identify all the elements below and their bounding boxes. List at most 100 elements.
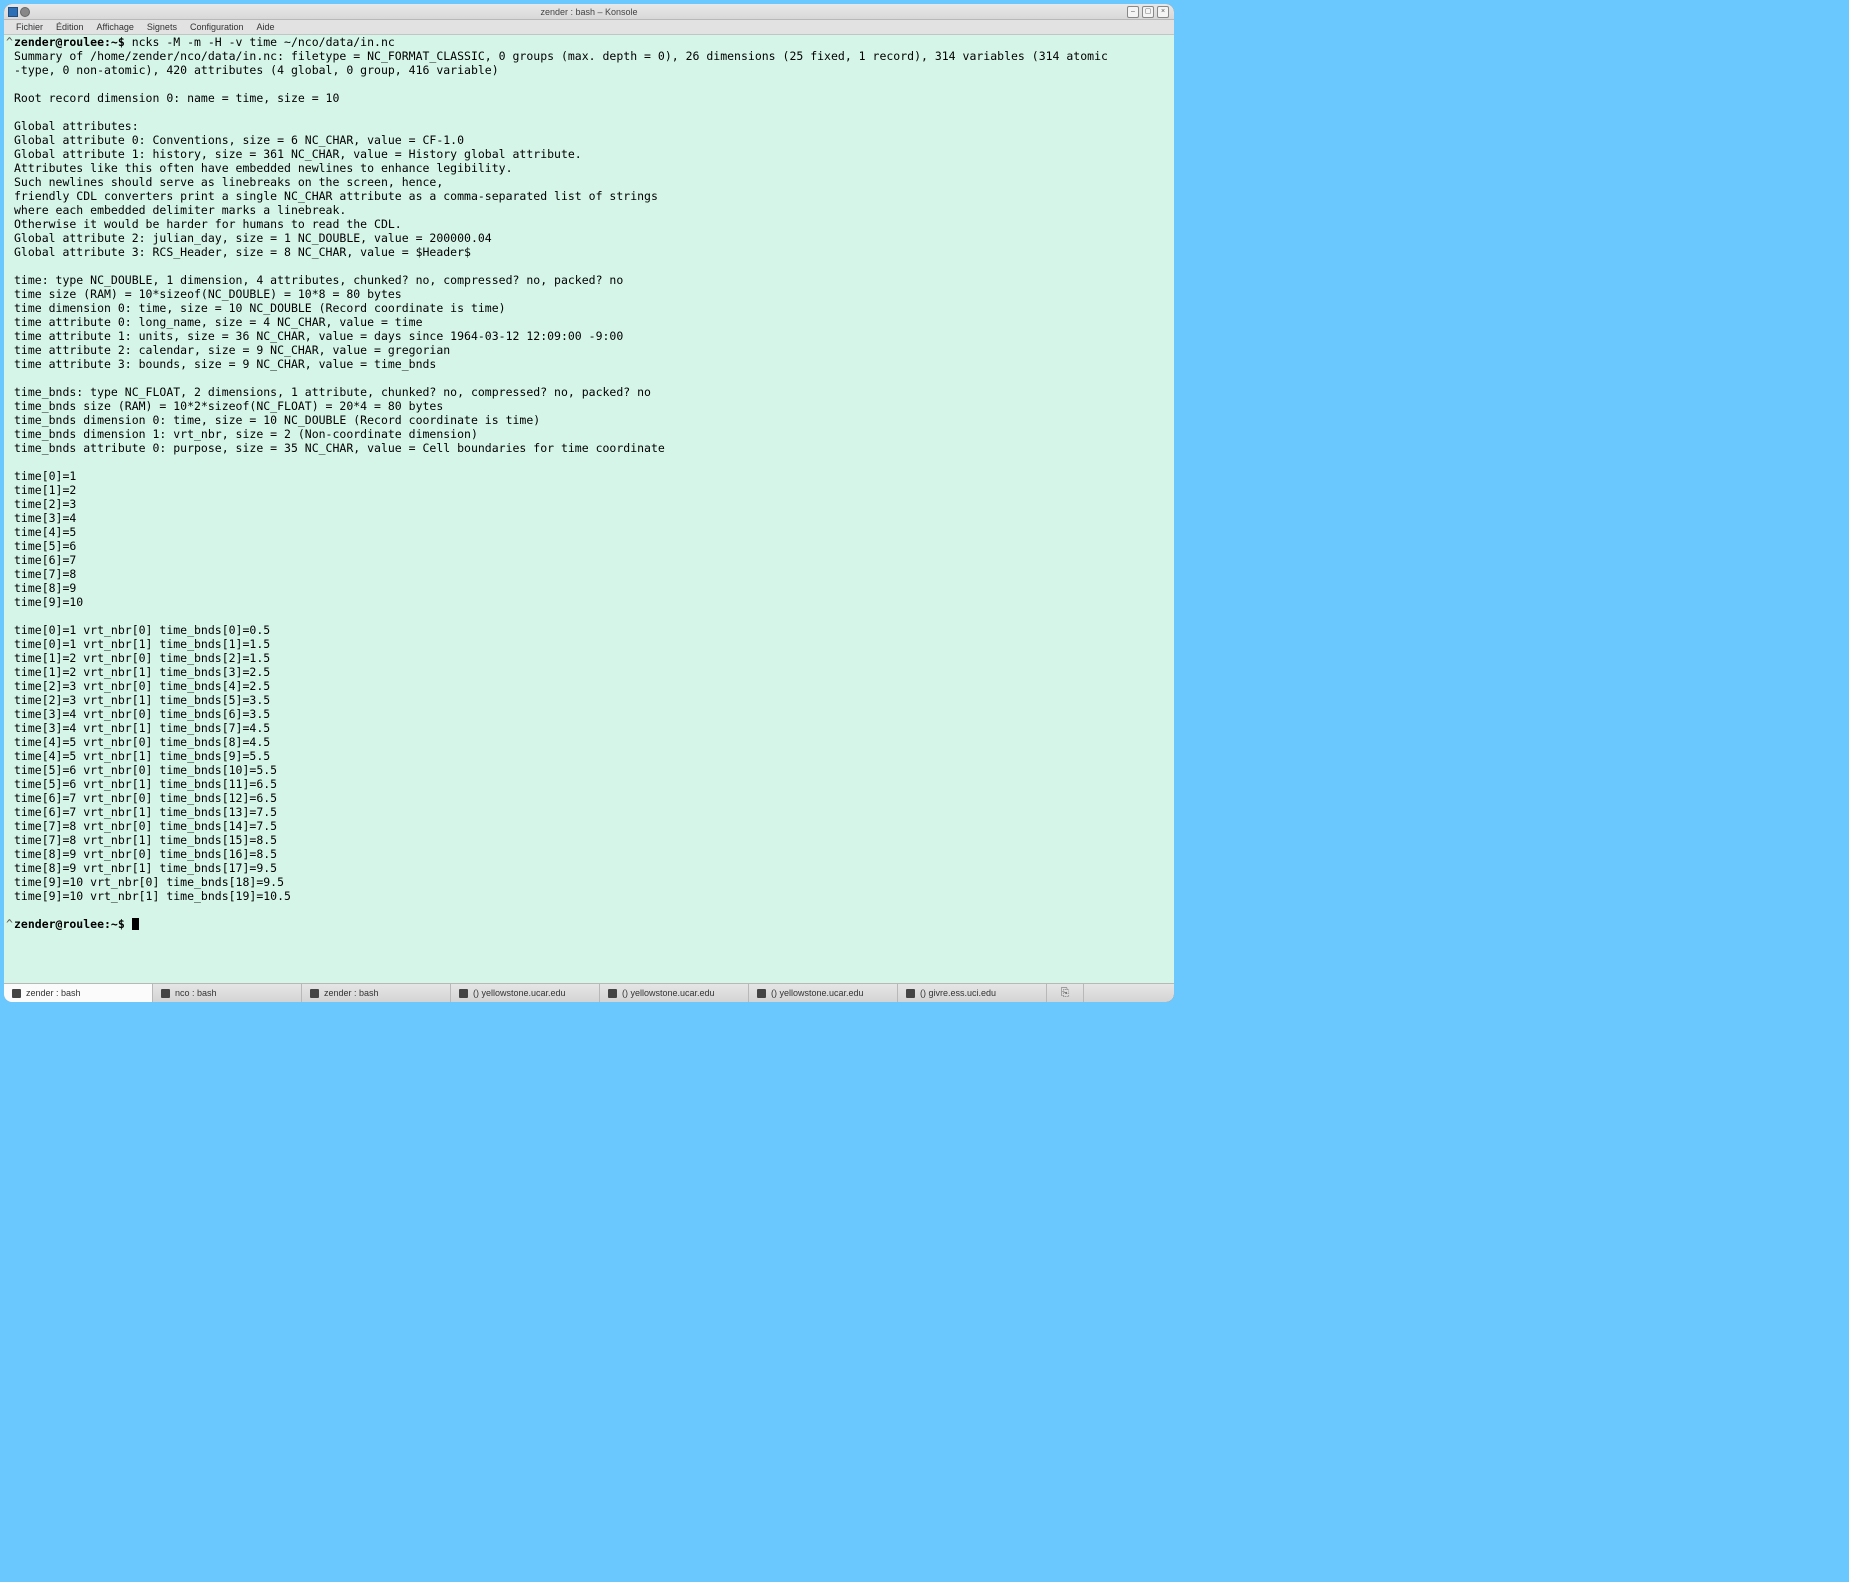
app-pin-icon[interactable] [20, 7, 30, 17]
terminal-line: time[0]=1 [6, 469, 1172, 483]
konsole-window: zender : bash – Konsole – ▢ × Fichier Éd… [4, 4, 1174, 1002]
tab-label: () yellowstone.ucar.edu [473, 988, 566, 998]
terminal-line: time size (RAM) = 10*sizeof(NC_DOUBLE) =… [6, 287, 1172, 301]
scrollback-indicator-icon: ^ [6, 917, 14, 931]
tab[interactable]: nco : bash [153, 984, 302, 1002]
terminal-line [6, 455, 1172, 469]
terminal-line: time[7]=8 vrt_nbr[1] time_bnds[15]=8.5 [6, 833, 1172, 847]
terminal-tab-icon [161, 989, 170, 998]
terminal-line: time[5]=6 vrt_nbr[1] time_bnds[11]=6.5 [6, 777, 1172, 791]
terminal-line: time_bnds: type NC_FLOAT, 2 dimensions, … [6, 385, 1172, 399]
terminal-line: friendly CDL converters print a single N… [6, 189, 1172, 203]
terminal-line: time: type NC_DOUBLE, 1 dimension, 4 att… [6, 273, 1172, 287]
terminal-line [6, 371, 1172, 385]
tab-label: () yellowstone.ucar.edu [622, 988, 715, 998]
terminal-tab-icon [12, 989, 21, 998]
tab-label: () yellowstone.ucar.edu [771, 988, 864, 998]
terminal-line: time[8]=9 [6, 581, 1172, 595]
terminal-line: time[4]=5 vrt_nbr[1] time_bnds[9]=5.5 [6, 749, 1172, 763]
maximize-button[interactable]: ▢ [1142, 6, 1154, 18]
tab[interactable]: zender : bash [4, 984, 153, 1002]
minimize-button[interactable]: – [1127, 6, 1139, 18]
terminal-line: time[4]=5 vrt_nbr[0] time_bnds[8]=4.5 [6, 735, 1172, 749]
terminal-line: where each embedded delimiter marks a li… [6, 203, 1172, 217]
titlebar-right-icons: – ▢ × [1127, 6, 1174, 18]
tab[interactable]: () yellowstone.ucar.edu [451, 984, 600, 1002]
terminal-line: time attribute 1: units, size = 36 NC_CH… [6, 329, 1172, 343]
terminal-line [6, 259, 1172, 273]
terminal-line: time[9]=10 [6, 595, 1172, 609]
titlebar[interactable]: zender : bash – Konsole – ▢ × [4, 4, 1174, 20]
terminal-line [6, 609, 1172, 623]
tab-label: zender : bash [324, 988, 379, 998]
terminal-line: time[4]=5 [6, 525, 1172, 539]
terminal-line: -type, 0 non-atomic), 420 attributes (4 … [6, 63, 1172, 77]
terminal-line [6, 105, 1172, 119]
terminal-line: Global attribute 2: julian_day, size = 1… [6, 231, 1172, 245]
tabbar: zender : bash nco : bash zender : bash () y… [4, 983, 1174, 1002]
terminal-line: Root record dimension 0: name = time, si… [6, 91, 1172, 105]
terminal-line: time_bnds attribute 0: purpose, size = 3… [6, 441, 1172, 455]
terminal-line: time attribute 2: calendar, size = 9 NC_… [6, 343, 1172, 357]
terminal-line: time[6]=7 vrt_nbr[0] time_bnds[12]=6.5 [6, 791, 1172, 805]
terminal-line: time[5]=6 [6, 539, 1172, 553]
menu-aide[interactable]: Aide [251, 21, 281, 33]
terminal-line: time[3]=4 vrt_nbr[1] time_bnds[7]=4.5 [6, 721, 1172, 735]
tab-label: zender : bash [26, 988, 81, 998]
menu-edition[interactable]: Édition [50, 21, 90, 33]
menu-affichage[interactable]: Affichage [91, 21, 140, 33]
terminal-line: Such newlines should serve as linebreaks… [6, 175, 1172, 189]
tab[interactable]: () givre.ess.uci.edu [898, 984, 1047, 1002]
terminal-line [6, 903, 1172, 917]
terminal-tab-icon [906, 989, 915, 998]
terminal-line: time[3]=4 vrt_nbr[0] time_bnds[6]=3.5 [6, 707, 1172, 721]
terminal[interactable]: ^zender@roulee:~$ ncks -M -m -H -v time … [4, 35, 1174, 983]
terminal-tab-icon [310, 989, 319, 998]
scrollback-indicator-icon: ^ [6, 35, 14, 49]
terminal-line: time[8]=9 vrt_nbr[0] time_bnds[16]=8.5 [6, 847, 1172, 861]
titlebar-left-icons [4, 7, 30, 17]
prompt: zender@roulee:~$ [14, 917, 132, 931]
terminal-line: Otherwise it would be harder for humans … [6, 217, 1172, 231]
terminal-line: time[8]=9 vrt_nbr[1] time_bnds[17]=9.5 [6, 861, 1172, 875]
terminal-line: time attribute 0: long_name, size = 4 NC… [6, 315, 1172, 329]
app-icon [8, 7, 18, 17]
terminal-line [6, 77, 1172, 91]
menubar: Fichier Édition Affichage Signets Config… [4, 20, 1174, 35]
terminal-line: time[2]=3 vrt_nbr[0] time_bnds[4]=2.5 [6, 679, 1172, 693]
terminal-line: time[1]=2 vrt_nbr[1] time_bnds[3]=2.5 [6, 665, 1172, 679]
new-tab-button[interactable]: ⎘ [1047, 984, 1084, 1002]
tab-label: () givre.ess.uci.edu [920, 988, 996, 998]
terminal-line: time[1]=2 vrt_nbr[0] time_bnds[2]=1.5 [6, 651, 1172, 665]
terminal-line: time[2]=3 [6, 497, 1172, 511]
terminal-line: time[7]=8 vrt_nbr[0] time_bnds[14]=7.5 [6, 819, 1172, 833]
terminal-line: time_bnds size (RAM) = 10*2*sizeof(NC_FL… [6, 399, 1172, 413]
terminal-line: Global attribute 0: Conventions, size = … [6, 133, 1172, 147]
menu-configuration[interactable]: Configuration [184, 21, 250, 33]
terminal-line: time[6]=7 [6, 553, 1172, 567]
plus-icon: ⎘ [1060, 988, 1070, 998]
cursor-icon [132, 918, 139, 930]
terminal-line: time[6]=7 vrt_nbr[1] time_bnds[13]=7.5 [6, 805, 1172, 819]
menu-fichier[interactable]: Fichier [10, 21, 49, 33]
terminal-line: time[9]=10 vrt_nbr[1] time_bnds[19]=10.5 [6, 889, 1172, 903]
prompt: zender@roulee:~$ [14, 35, 132, 49]
terminal-line: time_bnds dimension 1: vrt_nbr, size = 2… [6, 427, 1172, 441]
terminal-line: time[7]=8 [6, 567, 1172, 581]
close-button[interactable]: × [1157, 6, 1169, 18]
command: ncks -M -m -H -v time ~/nco/data/in.nc [132, 35, 395, 49]
terminal-line: Global attribute 3: RCS_Header, size = 8… [6, 245, 1172, 259]
terminal-line: time[3]=4 [6, 511, 1172, 525]
menu-signets[interactable]: Signets [141, 21, 183, 33]
tab[interactable]: zender : bash [302, 984, 451, 1002]
tab[interactable]: () yellowstone.ucar.edu [749, 984, 898, 1002]
terminal-line: Global attributes: [6, 119, 1172, 133]
tab[interactable]: () yellowstone.ucar.edu [600, 984, 749, 1002]
terminal-line: time[0]=1 vrt_nbr[1] time_bnds[1]=1.5 [6, 637, 1172, 651]
terminal-line: time[5]=6 vrt_nbr[0] time_bnds[10]=5.5 [6, 763, 1172, 777]
terminal-line: ^zender@roulee:~$ [6, 917, 1172, 931]
terminal-line: Attributes like this often have embedded… [6, 161, 1172, 175]
terminal-line: time_bnds dimension 0: time, size = 10 N… [6, 413, 1172, 427]
terminal-line: time[0]=1 vrt_nbr[0] time_bnds[0]=0.5 [6, 623, 1172, 637]
terminal-line: time[1]=2 [6, 483, 1172, 497]
